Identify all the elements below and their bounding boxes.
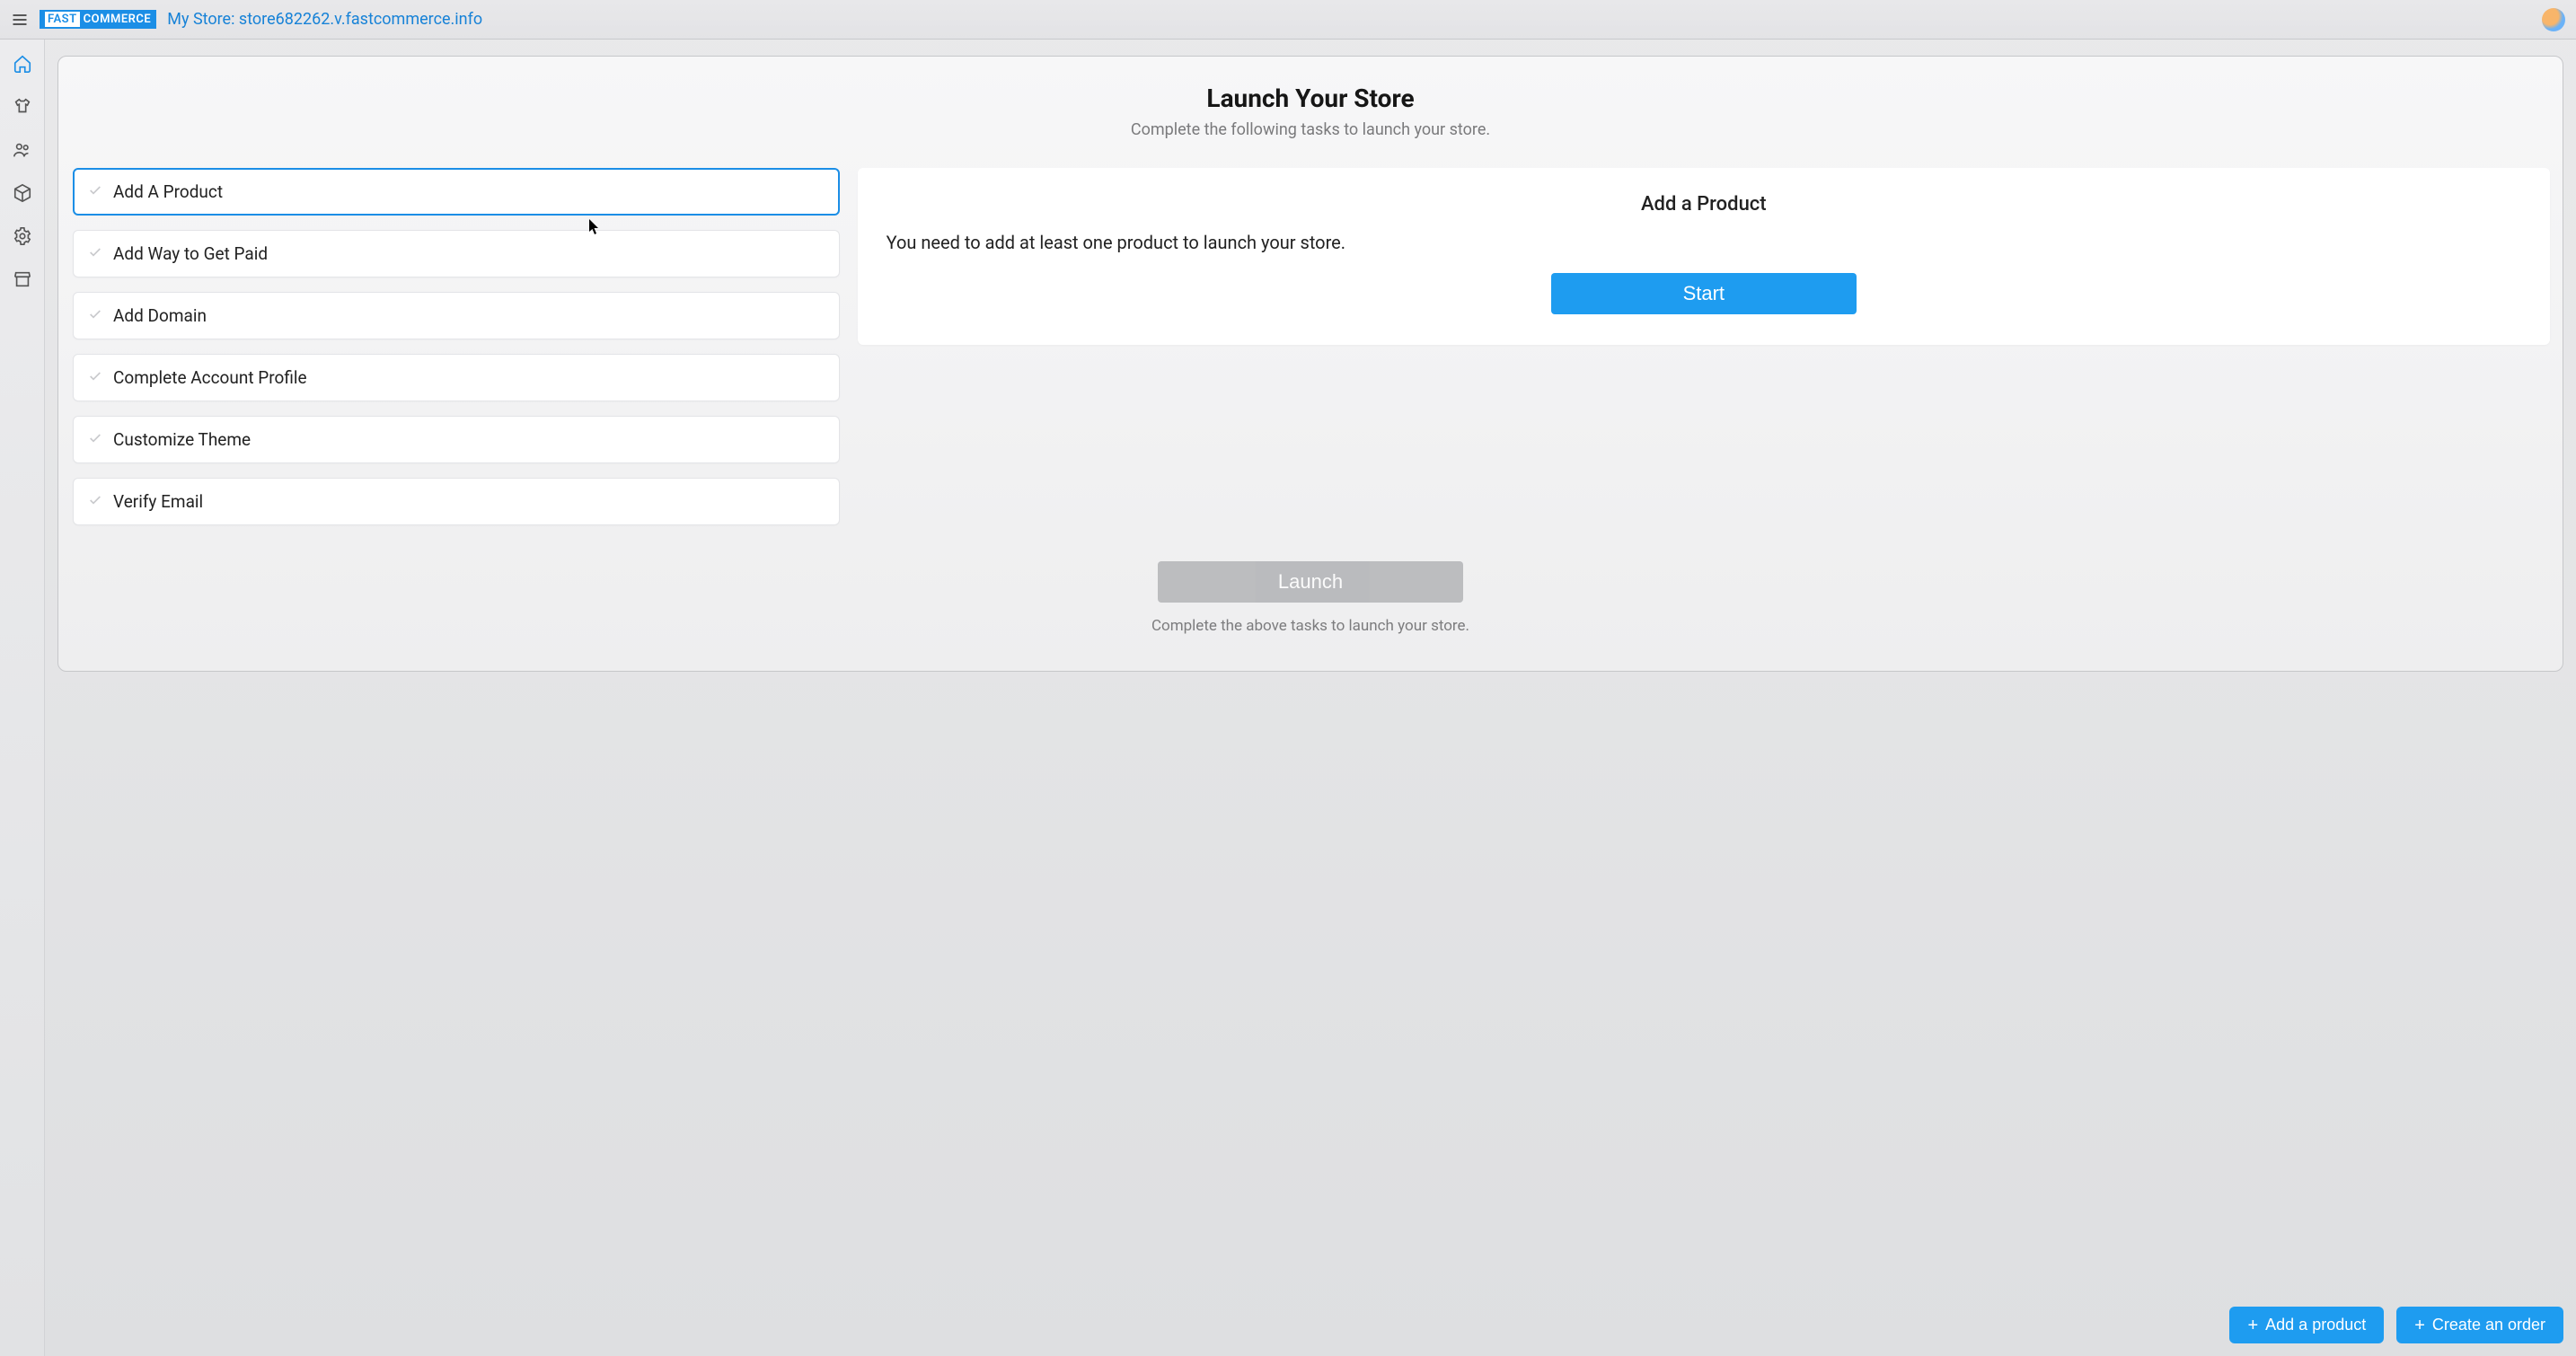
- nav-products[interactable]: [11, 95, 34, 119]
- task-add-product[interactable]: Add A Product: [73, 168, 840, 216]
- start-button[interactable]: Start: [1551, 273, 1857, 314]
- check-icon: [88, 367, 102, 388]
- people-icon: [13, 140, 32, 160]
- hamburger-icon: [11, 11, 29, 29]
- task-label: Add Way to Get Paid: [113, 243, 268, 264]
- storefront-icon: [13, 269, 32, 289]
- nav-customers[interactable]: [11, 138, 34, 162]
- nav-storefront[interactable]: [11, 268, 34, 291]
- page-title: Launch Your Store: [71, 84, 2550, 113]
- task-label: Customize Theme: [113, 429, 251, 450]
- side-rail: [0, 40, 45, 1356]
- fab-row: + Add a product + Create an order: [2229, 1307, 2563, 1343]
- card-body: Add A Product Add Way to Get Paid Add Do…: [71, 168, 2550, 552]
- task-verify-email[interactable]: Verify Email: [73, 478, 840, 525]
- main-content: Launch Your Store Complete the following…: [45, 40, 2576, 1356]
- page-subtitle: Complete the following tasks to launch y…: [71, 120, 2550, 139]
- package-icon: [13, 183, 32, 203]
- detail-description: You need to add at least one product to …: [887, 232, 2521, 253]
- check-icon: [88, 181, 102, 202]
- task-label: Add A Product: [113, 181, 223, 202]
- check-icon: [88, 243, 102, 264]
- nav-orders[interactable]: [11, 181, 34, 205]
- launch-button[interactable]: Launch: [1158, 561, 1463, 603]
- avatar[interactable]: [2542, 8, 2565, 31]
- fab-label: Add a product: [2265, 1316, 2366, 1334]
- plus-icon: +: [2247, 1316, 2258, 1334]
- card-header: Launch Your Store Complete the following…: [71, 84, 2550, 139]
- task-label: Verify Email: [113, 491, 203, 512]
- launch-note: Complete the above tasks to launch your …: [71, 617, 2550, 635]
- tshirt-icon: [13, 97, 32, 117]
- task-label: Add Domain: [113, 305, 207, 326]
- app-logo[interactable]: FASTCOMMERCE: [40, 10, 156, 29]
- task-get-paid[interactable]: Add Way to Get Paid: [73, 230, 840, 277]
- check-icon: [88, 429, 102, 450]
- card-footer: Launch Complete the above tasks to launc…: [71, 561, 2550, 635]
- gear-icon: [13, 226, 32, 246]
- fab-label: Create an order: [2432, 1316, 2545, 1334]
- task-list: Add A Product Add Way to Get Paid Add Do…: [71, 168, 840, 525]
- add-product-button[interactable]: + Add a product: [2229, 1307, 2384, 1343]
- home-icon: [13, 54, 32, 74]
- create-order-button[interactable]: + Create an order: [2396, 1307, 2563, 1343]
- task-label: Complete Account Profile: [113, 367, 307, 388]
- menu-toggle-button[interactable]: [7, 7, 32, 32]
- launch-card: Launch Your Store Complete the following…: [57, 56, 2563, 672]
- task-complete-profile[interactable]: Complete Account Profile: [73, 354, 840, 401]
- plus-icon: +: [2414, 1316, 2425, 1334]
- task-detail-panel: Add a Product You need to add at least o…: [858, 168, 2550, 345]
- detail-title: Add a Product: [887, 193, 2521, 216]
- nav-home[interactable]: [11, 52, 34, 75]
- nav-settings[interactable]: [11, 225, 34, 248]
- store-link[interactable]: My Store: store682262.v.fastcommerce.inf…: [167, 10, 482, 29]
- check-icon: [88, 305, 102, 326]
- task-add-domain[interactable]: Add Domain: [73, 292, 840, 339]
- app-header: FASTCOMMERCE My Store: store682262.v.fas…: [0, 0, 2576, 40]
- task-customize-theme[interactable]: Customize Theme: [73, 416, 840, 463]
- check-icon: [88, 491, 102, 512]
